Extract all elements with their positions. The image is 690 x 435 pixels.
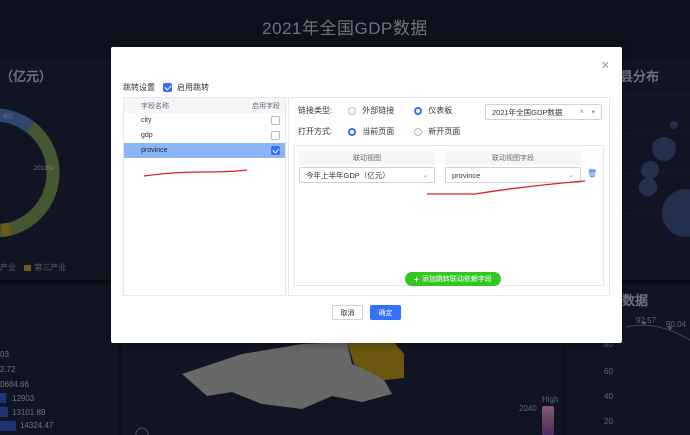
- field-name: province: [141, 147, 168, 154]
- field-row-gdp[interactable]: gdp: [124, 128, 285, 143]
- plus-icon: +: [414, 274, 419, 284]
- field-row-city[interactable]: city: [124, 113, 285, 128]
- radio-circle[interactable]: [414, 127, 423, 136]
- field-table: 字段名称 启用字段 city gdp province: [123, 97, 286, 296]
- linked-view-value: 今年上半年GDP（亿元）: [306, 170, 390, 180]
- enable-jump-label: 启用跳转: [177, 83, 209, 92]
- col-linked-field: 联动视图字段: [445, 151, 581, 165]
- field-checkbox-city[interactable]: [271, 116, 280, 125]
- enable-jump-checkbox[interactable]: [163, 83, 172, 92]
- field-checkbox-gdp[interactable]: [271, 131, 280, 140]
- trash-icon[interactable]: 🗑: [587, 169, 597, 178]
- link-type-row: 链接类型: 外部链接 仪表板: [298, 105, 472, 116]
- linked-field-value: province: [452, 170, 481, 180]
- close-icon[interactable]: ✕: [601, 59, 610, 72]
- confirm-button[interactable]: 确定: [370, 305, 401, 320]
- col-enable-field: 启用字段: [252, 102, 280, 110]
- dashboard-select-value: 2021年全国GDP数据: [492, 107, 563, 117]
- radio-label: 新开页面: [428, 127, 461, 136]
- dashboard-select[interactable]: 2021年全国GDP数据 × ▾: [485, 104, 602, 120]
- link-type-label: 链接类型:: [298, 106, 333, 115]
- red-annotation-left: [143, 169, 248, 177]
- linked-field-select[interactable]: province ⌄: [445, 167, 581, 183]
- dialog-header: 跳转设置 启用跳转: [123, 82, 209, 93]
- radio-circle[interactable]: [348, 127, 357, 136]
- field-checkbox-province[interactable]: [271, 146, 280, 155]
- col-linked-view: 联动视图: [299, 151, 435, 165]
- radio-label: 当前页面: [362, 127, 395, 136]
- linked-view-select[interactable]: 今年上半年GDP（亿元） ⌄: [299, 167, 435, 183]
- chevron-down-icon: ⌄: [422, 172, 428, 179]
- clear-icon[interactable]: ×: [579, 107, 584, 116]
- linkage-box: 联动视图 联动视图字段 今年上半年GDP（亿元） ⌄ province ⌄ 🗑 …: [294, 145, 604, 286]
- cancel-button[interactable]: 取消: [332, 305, 363, 320]
- radio-circle[interactable]: [414, 106, 423, 115]
- field-table-header: 字段名称 启用字段: [124, 98, 285, 113]
- open-mode-row: 打开方式: 当前页面 新开页面: [298, 126, 480, 137]
- jump-settings-label: 跳转设置: [123, 83, 155, 92]
- chevron-down-icon: ▾: [591, 109, 595, 116]
- field-name: gdp: [141, 132, 153, 139]
- field-name: city: [141, 117, 152, 124]
- add-linkage-field-button[interactable]: + 添加跳转联动依赖字段: [405, 272, 501, 286]
- radio-label: 外部链接: [362, 106, 395, 115]
- radio-new-page[interactable]: 新开页面: [414, 126, 460, 137]
- col-field-name: 字段名称: [141, 102, 169, 110]
- radio-external-link[interactable]: 外部链接: [348, 105, 394, 116]
- jump-settings-dialog: ✕ 跳转设置 启用跳转 字段名称 启用字段 city gdp province …: [111, 47, 622, 343]
- add-linkage-label: 添加跳转联动依赖字段: [421, 276, 492, 283]
- chevron-down-icon: ⌄: [568, 172, 574, 179]
- radio-dashboard[interactable]: 仪表板: [414, 105, 452, 116]
- radio-current-page[interactable]: 当前页面: [348, 126, 394, 137]
- field-row-province[interactable]: province: [124, 143, 285, 158]
- jump-config-pane: 链接类型: 外部链接 仪表板 2021年全国GDP数据 × ▾ 打开方式: 当前…: [288, 97, 610, 296]
- radio-circle[interactable]: [348, 106, 357, 115]
- open-mode-label: 打开方式:: [298, 127, 333, 136]
- radio-label: 仪表板: [428, 106, 453, 115]
